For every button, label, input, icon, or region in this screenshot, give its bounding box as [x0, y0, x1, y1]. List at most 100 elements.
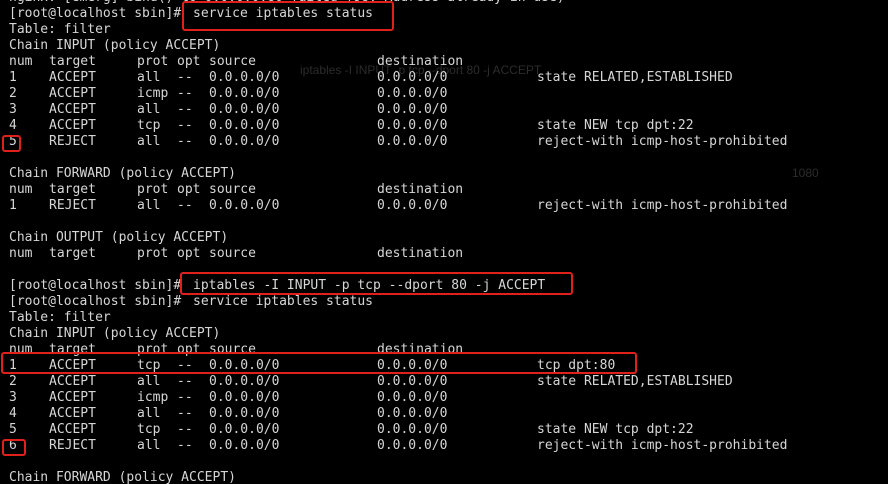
- background-watermark-number: 1080: [792, 166, 819, 180]
- cell-opt: --: [177, 438, 193, 453]
- cell-opt: --: [177, 134, 193, 149]
- cell-source: 0.0.0.0/0: [209, 198, 280, 213]
- cell-destination: 0.0.0.0/0: [377, 102, 448, 117]
- cell-opt: --: [177, 70, 193, 85]
- shell-prompt: [root@localhost sbin]#: [9, 6, 190, 21]
- cell-source: source: [209, 342, 256, 357]
- cell-prot: tcp: [137, 422, 161, 437]
- cell-num: 4: [9, 406, 17, 421]
- cell-num: num: [9, 342, 33, 357]
- terminal-window[interactable]: iptables -I INPUT -p tcp --dport 80 -j A…: [0, 0, 888, 484]
- cell-target: ACCEPT: [49, 118, 96, 133]
- cell-destination: destination: [377, 54, 464, 69]
- cell-prot: tcp: [137, 358, 161, 373]
- cell-extra: state RELATED,ESTABLISHED: [537, 374, 733, 389]
- output-text: Chain OUTPUT (policy ACCEPT): [9, 230, 229, 245]
- cell-prot: prot: [137, 182, 169, 197]
- cell-num: 3: [9, 390, 17, 405]
- cell-source: 0.0.0.0/0: [209, 86, 280, 101]
- cell-target: target: [49, 54, 96, 69]
- cell-destination: 0.0.0.0/0: [377, 406, 448, 421]
- shell-prompt: [root@localhost sbin]#: [9, 294, 190, 309]
- cell-prot: all: [137, 134, 161, 149]
- cell-num: 1: [9, 70, 17, 85]
- cell-extra: reject-with icmp-host-prohibited: [537, 134, 788, 149]
- cell-opt: --: [177, 86, 193, 101]
- cell-source: 0.0.0.0/0: [209, 134, 280, 149]
- cell-target: target: [49, 246, 96, 261]
- command-text: service iptables status: [193, 294, 374, 309]
- output-text: Chain INPUT (policy ACCEPT): [9, 326, 221, 341]
- cell-opt: --: [177, 118, 193, 133]
- cell-source: 0.0.0.0/0: [209, 438, 280, 453]
- cell-source: 0.0.0.0/0: [209, 118, 280, 133]
- cell-extra: reject-with icmp-host-prohibited: [537, 198, 788, 213]
- cell-opt: --: [177, 102, 193, 117]
- cell-target: target: [49, 182, 96, 197]
- cell-opt: opt: [177, 182, 201, 197]
- cell-num: 6: [9, 438, 17, 453]
- cell-num: 1: [9, 198, 17, 213]
- cell-destination: 0.0.0.0/0: [377, 86, 448, 101]
- cell-source: 0.0.0.0/0: [209, 374, 280, 389]
- cell-extra: reject-with icmp-host-prohibited: [537, 438, 788, 453]
- cell-source: source: [209, 182, 256, 197]
- cell-num: 4: [9, 118, 17, 133]
- cell-opt: --: [177, 374, 193, 389]
- cell-target: ACCEPT: [49, 102, 96, 117]
- cell-prot: all: [137, 438, 161, 453]
- cell-target: ACCEPT: [49, 422, 96, 437]
- output-text: Chain INPUT (policy ACCEPT): [9, 38, 221, 53]
- cell-destination: 0.0.0.0/0: [377, 390, 448, 405]
- cell-destination: 0.0.0.0/0: [377, 198, 448, 213]
- cell-prot: all: [137, 70, 161, 85]
- cell-target: ACCEPT: [49, 358, 96, 373]
- cell-extra: tcp dpt:80: [537, 358, 616, 373]
- cell-opt: --: [177, 422, 193, 437]
- cell-opt: --: [177, 358, 193, 373]
- cell-opt: --: [177, 390, 193, 405]
- cell-num: num: [9, 54, 33, 69]
- cell-source: source: [209, 246, 256, 261]
- cell-target: REJECT: [49, 134, 96, 149]
- shell-prompt: [root@localhost sbin]#: [9, 278, 190, 293]
- cell-target: target: [49, 342, 96, 357]
- cell-num: num: [9, 246, 33, 261]
- cell-destination: 0.0.0.0/0: [377, 118, 448, 133]
- cell-extra: state RELATED,ESTABLISHED: [537, 70, 733, 85]
- cell-extra: state NEW tcp dpt:22: [537, 118, 694, 133]
- cell-destination: destination: [377, 182, 464, 197]
- cell-target: ACCEPT: [49, 406, 96, 421]
- cell-prot: all: [137, 406, 161, 421]
- cell-destination: 0.0.0.0/0: [377, 422, 448, 437]
- cell-opt: opt: [177, 342, 201, 357]
- cell-prot: all: [137, 374, 161, 389]
- cell-destination: destination: [377, 246, 464, 261]
- cell-prot: icmp: [137, 390, 169, 405]
- cell-extra: state NEW tcp dpt:22: [537, 422, 694, 437]
- cell-destination: 0.0.0.0/0: [377, 70, 448, 85]
- cell-prot: prot: [137, 342, 169, 357]
- cell-source: 0.0.0.0/0: [209, 70, 280, 85]
- command-text: iptables -I INPUT -p tcp --dport 80 -j A…: [193, 278, 546, 293]
- cell-opt: opt: [177, 246, 201, 261]
- cell-target: ACCEPT: [49, 70, 96, 85]
- cell-prot: prot: [137, 246, 169, 261]
- cell-opt: opt: [177, 54, 201, 69]
- cell-num: 5: [9, 422, 17, 437]
- cell-opt: --: [177, 198, 193, 213]
- cell-num: 5: [9, 134, 17, 149]
- cell-destination: destination: [377, 342, 464, 357]
- cell-target: ACCEPT: [49, 390, 96, 405]
- cell-prot: all: [137, 198, 161, 213]
- cell-num: 1: [9, 358, 17, 373]
- cell-prot: icmp: [137, 86, 169, 101]
- cell-num: 2: [9, 86, 17, 101]
- cell-destination: 0.0.0.0/0: [377, 374, 448, 389]
- output-text: Table: filter: [9, 310, 111, 325]
- cell-target: REJECT: [49, 198, 96, 213]
- cell-destination: 0.0.0.0/0: [377, 358, 448, 373]
- cell-opt: --: [177, 406, 193, 421]
- cell-source: source: [209, 54, 256, 69]
- cell-destination: 0.0.0.0/0: [377, 134, 448, 149]
